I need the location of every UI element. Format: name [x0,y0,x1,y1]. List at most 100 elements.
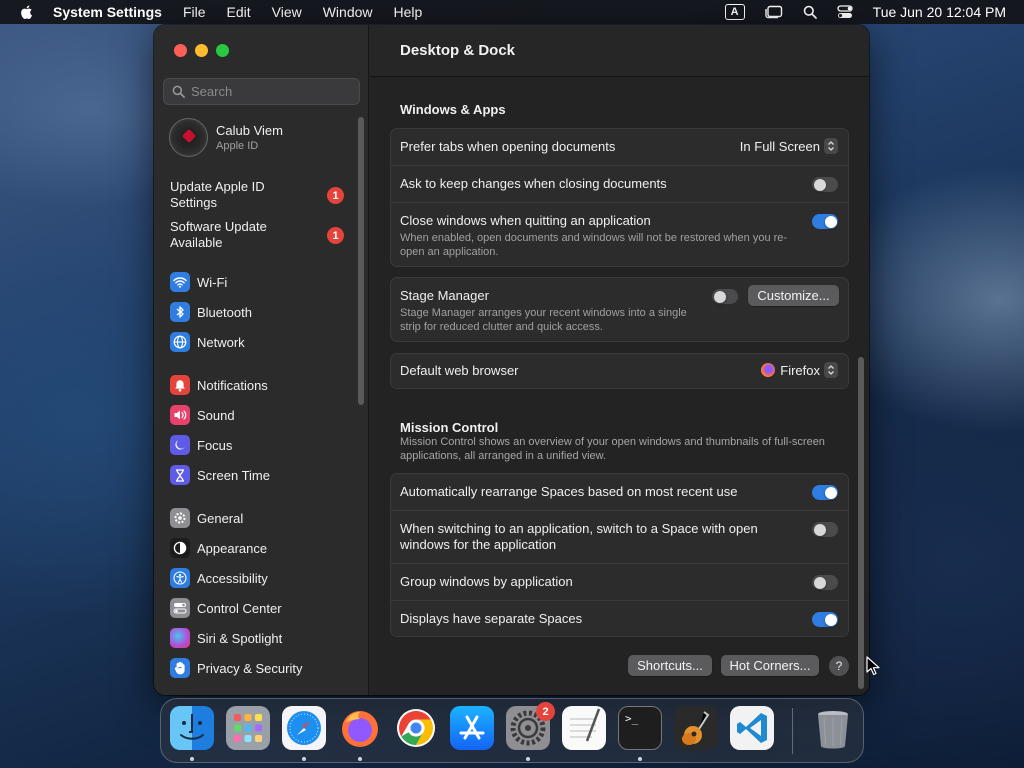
sidebar-item-siri-spotlight[interactable]: Siri & Spotlight [170,627,282,649]
default-browser-popup[interactable]: Firefox [761,362,838,378]
close-windows-toggle[interactable] [812,214,838,229]
setting-row-default-browser: Default web browser Firefox [391,354,848,388]
sidebar-item-label: Wi-Fi [197,274,228,290]
sidebar-item-bluetooth[interactable]: Bluetooth [170,301,252,323]
alert-badge: 1 [327,227,344,244]
sidebar-item-control-center[interactable]: Control Center [170,597,282,619]
menu-edit[interactable]: Edit [227,4,251,20]
moon-icon [170,435,190,455]
sidebar-item-focus[interactable]: Focus [170,434,232,456]
setting-row-rearrange-spaces: Automatically rearrange Spaces based on … [391,474,848,511]
ask-keep-changes-toggle[interactable] [812,177,838,192]
sidebar-item-software-update[interactable]: Software Update Available 1 [170,219,350,251]
rearrange-spaces-toggle[interactable] [812,485,838,500]
apple-menu-icon[interactable] [19,4,35,20]
sidebar-item-label: Bluetooth [197,304,252,320]
setting-label: Default web browser [400,363,519,378]
sidebar-item-label: Sound [197,407,235,423]
help-button[interactable]: ? [829,656,849,676]
menu-window[interactable]: Window [323,4,373,20]
stage-manager-toggle[interactable] [712,289,738,304]
sidebar-item-screen-time[interactable]: Screen Time [170,464,270,486]
menu-app-name[interactable]: System Settings [53,4,162,20]
sidebar-search [163,78,360,105]
stage-manager-icon[interactable] [764,5,783,19]
control-center-icon[interactable] [837,5,853,19]
sidebar-scrollbar[interactable] [358,117,364,405]
menu-view[interactable]: View [272,4,302,20]
sidebar-item-general[interactable]: General [170,507,243,529]
switches-icon [170,598,190,618]
setting-label: Close windows when quitting an applicati… [400,213,651,228]
shortcuts-button[interactable]: Shortcuts... [628,655,712,676]
trash-icon[interactable] [811,706,855,750]
sidebar-item-label: Network [197,334,245,350]
setting-row-stage-manager: Stage Manager Stage Manager arranges you… [391,278,848,341]
window-controls [174,44,229,57]
content-scrollbar[interactable] [858,357,864,689]
dock-separator [792,708,793,754]
launchpad-icon[interactable] [226,706,270,750]
menu-file[interactable]: File [183,4,206,20]
separate-spaces-toggle[interactable] [812,612,838,627]
menu-clock[interactable]: Tue Jun 20 12:04 PM [873,4,1006,20]
siri-icon [170,628,190,648]
running-indicator [358,757,362,761]
hot-corners-button[interactable]: Hot Corners... [721,655,819,676]
chrome-icon[interactable] [394,706,438,750]
terminal-prompt: >_ [625,712,639,725]
group-windows-toggle[interactable] [812,575,838,590]
switch-space-toggle[interactable] [812,522,838,537]
setting-description: Stage Manager arranges your recent windo… [400,307,687,333]
sidebar-item-update-apple-id[interactable]: Update Apple ID Settings 1 [170,179,350,211]
running-indicator [526,757,530,761]
setting-label: Stage Manager [400,288,489,303]
menu-extras: A Tue Jun 20 12:04 PM [705,0,1006,24]
sidebar-item-network[interactable]: Network [170,331,245,353]
close-window-button[interactable] [174,44,187,57]
alert-badge: 1 [327,187,344,204]
spotlight-search-icon[interactable] [803,5,817,19]
profile-subtitle: Apple ID [216,140,259,152]
prefer-tabs-popup[interactable]: In Full Screen [740,138,838,154]
setting-description: When enabled, open documents and windows… [400,232,788,258]
zoom-window-button[interactable] [216,44,229,57]
sidebar-item-label: General [197,510,244,526]
sidebar-item-privacy-security[interactable]: Privacy & Security [170,657,302,679]
sidebar-item-sound[interactable]: Sound [170,404,235,426]
bluetooth-icon [170,302,190,322]
sidebar-item-label: Notifications [197,377,268,393]
garageband-icon[interactable] [674,706,718,750]
sidebar-item-label: Focus [197,437,233,453]
sidebar-item-accessibility[interactable]: Accessibility [170,567,268,589]
minimize-window-button[interactable] [195,44,208,57]
accessibility-icon [170,568,190,588]
firefox-icon[interactable] [338,706,382,750]
section-description: Mission Control shows an overview of you… [400,436,825,462]
appearance-icon [170,538,190,558]
setting-label: Displays have separate Spaces [400,611,583,626]
mission-control-group: Automatically rearrange Spaces based on … [390,473,849,637]
page-title: Desktop & Dock [400,42,516,59]
search-input[interactable] [191,84,351,99]
menu-help[interactable]: Help [394,4,423,20]
sidebar-item-wifi[interactable]: Wi-Fi [170,271,227,293]
globe-icon [170,332,190,352]
speaker-icon [170,405,190,425]
terminal-icon[interactable]: >_ [618,706,662,750]
firefox-icon [761,363,776,377]
customize-button[interactable]: Customize... [748,285,839,306]
finder-icon[interactable] [170,706,214,750]
apple-id-profile[interactable]: Calub Viem Apple ID [169,118,283,157]
browser-group: Default web browser Firefox [390,353,849,389]
app-store-icon[interactable] [450,706,494,750]
vscode-icon[interactable] [730,706,774,750]
system-settings-window: Calub Viem Apple ID Update Apple ID Sett… [154,25,869,695]
safari-icon[interactable] [282,706,326,750]
alert-label: Update Apple ID Settings [170,179,265,210]
sidebar-item-notifications[interactable]: Notifications [170,374,268,396]
dock-badge: 2 [536,702,555,721]
input-source-icon[interactable]: A [724,4,745,20]
textedit-icon[interactable] [562,706,606,750]
sidebar-item-appearance[interactable]: Appearance [170,537,267,559]
